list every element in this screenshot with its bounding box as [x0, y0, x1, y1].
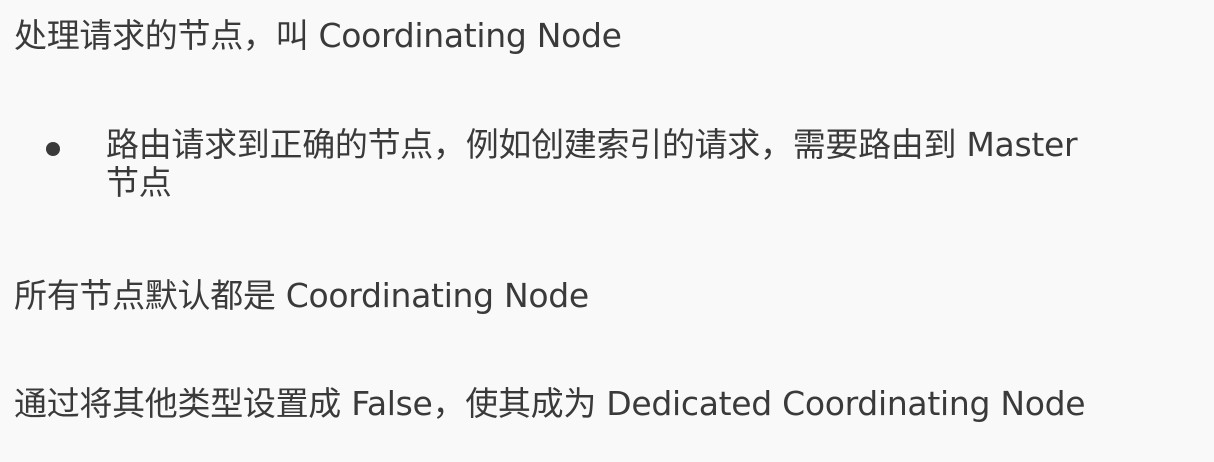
bullet-text-line-2: 节点 [106, 163, 172, 202]
dedicated-setup-paragraph: 通过将其他类型设置成 False，使其成为 Dedicated Coordina… [14, 384, 1086, 423]
coordinating-node-intro: 处理请求的节点，叫 Coordinating Node [14, 16, 622, 55]
bullet-text-line-1: 路由请求到正确的节点，例如创建索引的请求，需要路由到 Master [106, 125, 1078, 164]
list-item: 路由请求到正确的节点，例如创建索引的请求，需要路由到 Master 节点 [0, 126, 1176, 202]
default-role-paragraph: 所有节点默认都是 Coordinating Node [14, 276, 589, 315]
bullet-list: 路由请求到正确的节点，例如创建索引的请求，需要路由到 Master 节点 [0, 126, 1214, 202]
bullet-dot-icon [46, 142, 60, 156]
slide-content: 处理请求的节点，叫 Coordinating Node 路由请求到正确的节点，例… [0, 0, 1214, 462]
